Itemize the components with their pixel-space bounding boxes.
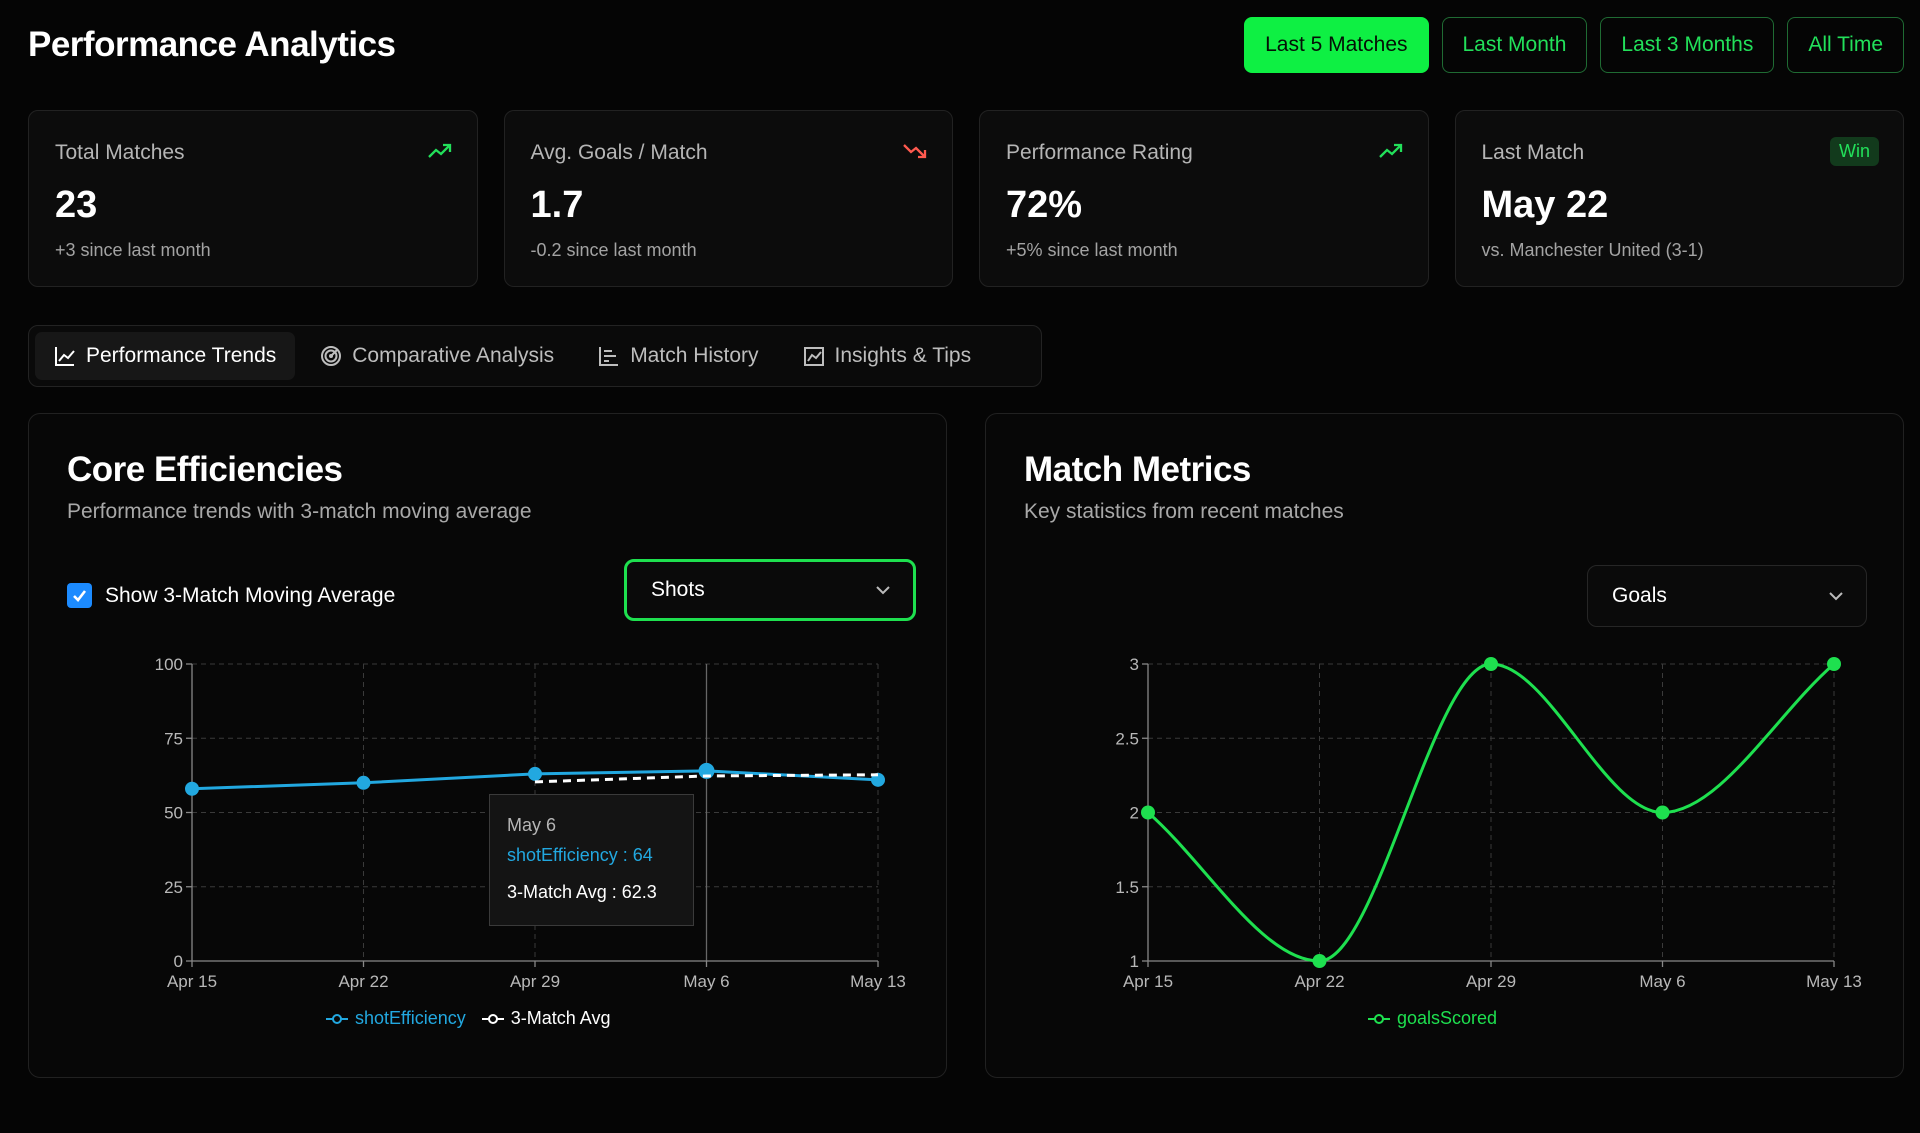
legend-label: shotEfficiency [355, 1008, 466, 1028]
legend-item-goals-scored[interactable]: goalsScored [1368, 1008, 1497, 1029]
legend-item-moving-average[interactable]: 3-Match Avg [481, 1008, 611, 1029]
card-value: 1.7 [530, 184, 584, 226]
radar-icon [321, 346, 342, 366]
data-point [185, 781, 199, 796]
stat-card-avg-goals: Avg. Goals / Match 1.7 -0.2 since last m… [503, 110, 953, 287]
area-chart-icon [803, 347, 824, 366]
tab-match-history[interactable]: Match History [579, 332, 777, 380]
range-last-5-matches-button[interactable]: Last 5 Matches [1244, 17, 1429, 73]
card-value: May 22 [1481, 184, 1609, 226]
y-tick-label: 3 [1130, 655, 1139, 674]
tab-bar: Performance Trends Comparative Analysis … [28, 325, 1042, 387]
x-tick-label: May 13 [850, 972, 906, 991]
data-point [356, 775, 371, 790]
data-point [528, 766, 542, 781]
tooltip-date: May 6 [507, 815, 557, 835]
card-label: Avg. Goals / Match [530, 141, 708, 164]
legend-marker [326, 1013, 348, 1024]
card-sub: +5% since last month [1006, 240, 1178, 260]
range-last-month-button[interactable]: Last Month [1441, 17, 1588, 73]
page-title: Performance Analytics [28, 25, 396, 64]
tab-insights-tips[interactable]: Insights & Tips [784, 332, 991, 380]
card-label: Last Match [1481, 141, 1585, 164]
bar-chart-icon [599, 347, 619, 366]
trending-up-icon [427, 143, 451, 158]
legend-marker [1368, 1013, 1390, 1024]
y-tick-label: 25 [164, 878, 183, 897]
x-tick-label: Apr 22 [1294, 972, 1344, 991]
tooltip-shot-efficiency: shotEfficiency : 64 [507, 845, 653, 865]
x-tick-label: May 6 [1639, 972, 1685, 991]
legend-item-shot-efficiency[interactable]: shotEfficiency [326, 1008, 466, 1029]
stat-card-total-matches: Total Matches 23 +3 since last month [28, 110, 478, 287]
range-all-time-button[interactable]: All Time [1787, 17, 1904, 73]
card-sub: +3 since last month [55, 240, 211, 260]
y-tick-label: 1 [1130, 952, 1139, 971]
x-tick-label: May 6 [683, 972, 729, 991]
legend-marker [481, 1013, 504, 1024]
tab-label: Performance Trends [86, 344, 277, 367]
x-tick-label: Apr 15 [167, 972, 217, 991]
legend-label: 3-Match Avg [510, 1008, 611, 1028]
tab-label: Match History [630, 344, 759, 367]
stat-card-performance-rating: Performance Rating 72% +5% since last mo… [979, 110, 1429, 287]
tooltip-moving-average: 3-Match Avg : 62.3 [507, 882, 657, 902]
match-metrics-panel: Match Metrics Key statistics from recent… [985, 413, 1904, 1078]
y-tick-label: 75 [164, 729, 183, 748]
card-value: 23 [55, 184, 98, 226]
match-metrics-chart: 1 1.5 2 2.5 3 Apr 15 Apr 22 Apr 29 May 6 May 13 [1115, 655, 1862, 991]
stat-cards: Total Matches 23 +3 since last month Avg… [28, 110, 1904, 287]
card-label: Performance Rating [1006, 141, 1193, 164]
chart-legend: shotEfficiency 3-Match Avg [326, 1008, 610, 1029]
card-sub: vs. Manchester United (3-1) [1481, 240, 1704, 260]
header: Performance Analytics Last 5 Matches Las… [28, 17, 1904, 73]
x-tick-label: Apr 29 [1466, 972, 1516, 991]
chart-legend: goalsScored [1368, 1008, 1497, 1029]
data-point [1312, 954, 1327, 968]
tab-label: Insights & Tips [834, 344, 972, 367]
y-tick-label: 0 [174, 952, 183, 971]
trending-down-icon [903, 144, 927, 159]
x-tick-label: Apr 15 [1123, 972, 1173, 991]
tab-performance-trends[interactable]: Performance Trends [35, 332, 296, 380]
x-tick-label: Apr 22 [338, 972, 388, 991]
core-efficiencies-panel: Core Efficiencies Performance trends wit… [28, 413, 947, 1078]
data-point [1827, 657, 1841, 671]
range-last-3-months-button[interactable]: Last 3 Months [1600, 17, 1775, 73]
analytics-page: Performance Analytics Last 5 Matches Las… [0, 0, 1920, 1133]
tab-comparative-analysis[interactable]: Comparative Analysis [301, 332, 573, 380]
data-point [1655, 805, 1670, 820]
tab-label: Comparative Analysis [352, 344, 555, 367]
x-tick-label: May 13 [1806, 972, 1862, 991]
x-tick-label: Apr 29 [510, 972, 560, 991]
data-point [1484, 657, 1498, 671]
stat-card-last-match: Last Match Win May 22 vs. Manchester Uni… [1454, 110, 1904, 287]
y-tick-label: 1.5 [1115, 878, 1139, 897]
card-value: 72% [1006, 184, 1083, 226]
card-sub: -0.2 since last month [530, 240, 697, 260]
trending-up-icon [1378, 143, 1402, 158]
y-tick-label: 100 [155, 655, 183, 674]
range-selector: Last 5 Matches Last Month Last 3 Months … [1244, 17, 1904, 73]
status-badge: Win [1830, 137, 1879, 166]
card-label: Total Matches [55, 141, 185, 164]
data-point [1141, 805, 1155, 820]
y-tick-label: 2 [1130, 804, 1139, 823]
y-tick-label: 50 [164, 804, 183, 823]
chart-tooltip: May 6 shotEfficiency : 64 3-Match Avg : … [489, 794, 694, 926]
y-tick-label: 2.5 [1115, 729, 1139, 748]
line-chart-icon [55, 347, 75, 366]
legend-label: goalsScored [1397, 1008, 1498, 1028]
